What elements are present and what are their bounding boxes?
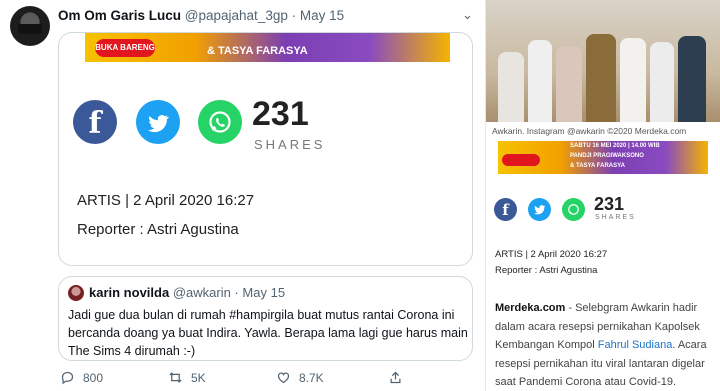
- tweet-actions: 800 5K 8.7K: [58, 370, 473, 386]
- quoted-avatar[interactable]: [68, 285, 84, 301]
- quoted-text: Jadi gue dua bulan di rumah #hampirgila …: [68, 308, 468, 358]
- article-photo: [486, 0, 720, 122]
- person-link[interactable]: Fahrul Sudiana: [598, 339, 673, 351]
- article-reporter: Reporter : Astri Agustina: [77, 221, 239, 238]
- quoted-header: karin novilda @awkarin · May 15: [89, 285, 285, 300]
- tweet-date[interactable]: May 15: [300, 8, 344, 23]
- retweet-button[interactable]: 5K: [168, 370, 206, 385]
- whatsapp-icon: [198, 100, 242, 144]
- twitter-icon[interactable]: [528, 198, 551, 221]
- banner-guest-2: & TASYA FARASYA: [570, 163, 625, 169]
- like-count: 8.7K: [299, 370, 324, 385]
- whatsapp-icon[interactable]: [562, 198, 585, 221]
- article-source: Merdeka.com: [495, 302, 566, 314]
- tweet-image-card[interactable]: BUKA BARENG & TASYA FARASYA f 231 SHARES…: [58, 32, 473, 266]
- quoted-date[interactable]: May 15: [242, 285, 285, 300]
- share-count: 231: [594, 194, 625, 214]
- like-icon: [277, 372, 290, 384]
- banner-text: & TASYA FARASYA: [207, 45, 308, 57]
- chevron-down-icon[interactable]: ⌄: [462, 7, 473, 23]
- shares-label: SHARES: [595, 214, 636, 221]
- facebook-icon[interactable]: f: [494, 198, 517, 221]
- share-count: 231: [252, 95, 309, 133]
- share-button[interactable]: [388, 370, 403, 385]
- tweet[interactable]: Om Om Garis Lucu @papajahat_3gp · May 15…: [0, 0, 485, 391]
- reply-count: 800: [83, 370, 104, 385]
- like-button[interactable]: 8.7K: [276, 370, 324, 385]
- photo-caption: Awkarin. Instagram @awkarin ©2020 Merdek…: [492, 126, 687, 136]
- author-name[interactable]: Om Om Garis Lucu: [58, 8, 181, 23]
- share-icon: [390, 371, 401, 384]
- banner-guest: PANDJI PRAGIWAKSONO: [570, 153, 644, 159]
- article-screenshot: Awkarin. Instagram @awkarin ©2020 Merdek…: [485, 0, 720, 391]
- author-handle[interactable]: @papajahat_3gp: [185, 8, 288, 23]
- twitter-icon: [136, 100, 180, 144]
- article-body: Merdeka.com - Selebgram Awkarin hadir da…: [495, 299, 717, 391]
- banner-date: SABTU 16 MEI 2020 | 14.00 WIB: [570, 143, 660, 149]
- article-category-date: ARTIS | 2 April 2020 16:27: [77, 192, 255, 209]
- separator-dot: ·: [291, 8, 297, 23]
- promo-banner: BUKA BARENG & TASYA FARASYA: [85, 33, 450, 62]
- quoted-tweet[interactable]: karin novilda @awkarin · May 15 Jadi gue…: [58, 276, 473, 361]
- facebook-icon: f: [73, 100, 117, 144]
- retweet-count: 5K: [191, 370, 206, 385]
- promo-banner: SABTU 16 MEI 2020 | 14.00 WIB PANDJI PRA…: [498, 141, 708, 174]
- article-category-date: ARTIS | 2 April 2020 16:27: [495, 249, 608, 260]
- retweet-icon: [169, 372, 182, 383]
- separator-dot: ·: [234, 285, 239, 300]
- tweet-header: Om Om Garis Lucu @papajahat_3gp · May 15: [58, 8, 344, 23]
- avatar[interactable]: [10, 6, 50, 46]
- quoted-author-handle[interactable]: @awkarin: [173, 285, 231, 300]
- banner-pill: [502, 154, 540, 166]
- banner-pill: BUKA BARENG: [95, 39, 155, 57]
- quoted-author-name[interactable]: karin novilda: [89, 285, 169, 300]
- shares-label: SHARES: [254, 137, 326, 152]
- reply-icon: [61, 371, 74, 385]
- reply-button[interactable]: 800: [60, 370, 103, 385]
- article-reporter: Reporter : Astri Agustina: [495, 265, 598, 276]
